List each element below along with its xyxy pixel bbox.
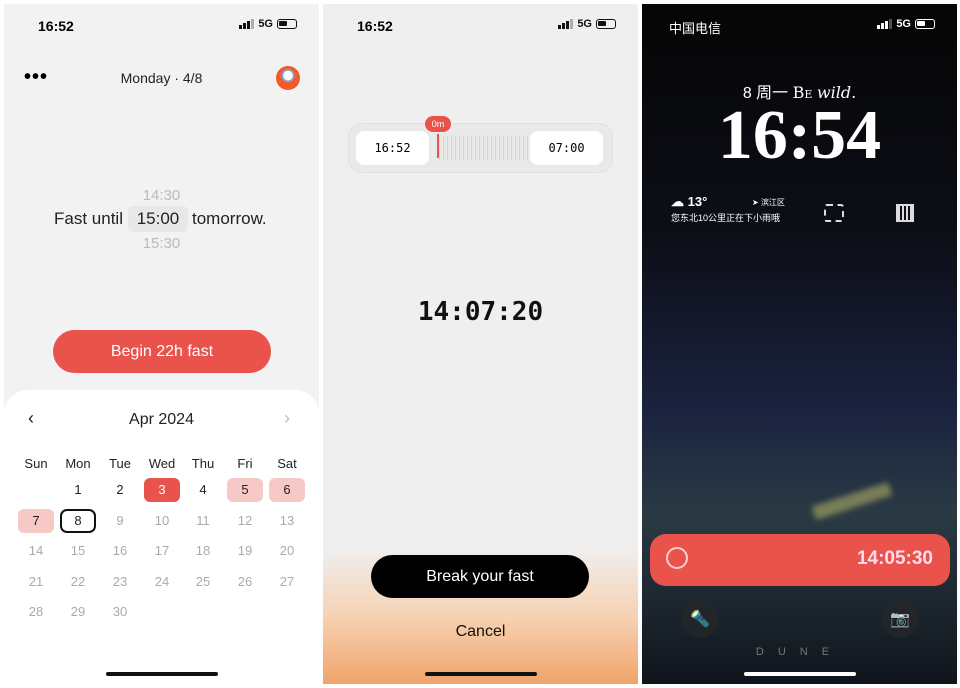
- begin-fast-button[interactable]: Begin 22h fast: [53, 330, 271, 373]
- fasting-timer-screen: 16:52 5G 16:52 07:00 0m 14:07:20 Break y…: [323, 4, 638, 684]
- time-picker-selected[interactable]: 15:00: [128, 206, 188, 232]
- network-label: 5G: [258, 18, 273, 30]
- calendar-day[interactable]: 28: [18, 600, 54, 624]
- timeline-ticks: [439, 136, 529, 160]
- calendar-day[interactable]: 13: [269, 509, 305, 533]
- calendar-day[interactable]: 5: [227, 478, 263, 502]
- weekday-label: Wed: [148, 456, 176, 471]
- calendar-day[interactable]: 26: [227, 570, 263, 594]
- status-time: 16:52: [38, 18, 74, 34]
- weather-text: 您东北10公里正在下小雨哦: [671, 213, 781, 223]
- picker-below[interactable]: 15:30: [4, 235, 319, 252]
- flashlight-icon[interactable]: 🔦: [682, 602, 718, 638]
- calendar-day[interactable]: 15: [60, 539, 96, 563]
- weekday-label: Sun: [24, 456, 48, 471]
- battery-icon: [596, 19, 616, 29]
- weekday-label: Mon: [65, 456, 91, 471]
- end-time[interactable]: 07:00: [530, 131, 603, 165]
- home-indicator: [744, 672, 856, 676]
- calendar-day[interactable]: 12: [227, 509, 263, 533]
- weather-widget[interactable]: ☁ 13°: [671, 194, 707, 210]
- picker-above[interactable]: 14:30: [4, 187, 319, 204]
- calendar-day[interactable]: 6: [269, 478, 305, 502]
- signal-icon: [877, 19, 893, 29]
- wallpaper-light: [811, 481, 893, 521]
- calendar-day[interactable]: 3: [144, 478, 180, 502]
- scan-icon[interactable]: [824, 204, 844, 222]
- carrier: 中国电信: [669, 21, 722, 36]
- location-text: 滨江区: [760, 198, 785, 207]
- live-activity-time: 14:05:30: [856, 548, 933, 569]
- countdown: 14:07:20: [417, 297, 544, 327]
- lock-clock: 16:54: [717, 97, 882, 174]
- cloud-icon: ☁: [671, 194, 684, 209]
- calendar-day[interactable]: 10: [144, 509, 180, 533]
- break-fast-button[interactable]: Break your fast: [371, 555, 589, 598]
- calendar-day[interactable]: 14: [18, 539, 54, 563]
- network-label: 5G: [896, 18, 911, 30]
- calendar-day[interactable]: 25: [185, 570, 221, 594]
- picker-prefix: Fast until: [54, 209, 123, 228]
- camera-icon[interactable]: 📷: [882, 602, 918, 638]
- calendar-day[interactable]: 30: [102, 600, 138, 624]
- weekday-label: Thu: [191, 456, 215, 471]
- wallpaper-logo: DUNE: [755, 646, 844, 658]
- battery-icon: [277, 19, 297, 29]
- network-label: 5G: [577, 18, 592, 30]
- home-indicator: [106, 672, 218, 676]
- calendar-day[interactable]: 27: [269, 570, 305, 594]
- weekday-label: Tue: [109, 456, 131, 471]
- location: ➤ 滨江区: [752, 198, 785, 207]
- calendar-day[interactable]: 17: [144, 539, 180, 563]
- battery-icon: [915, 19, 935, 29]
- calendar-month: Apr 2024: [129, 411, 194, 428]
- calendar-day[interactable]: 11: [185, 509, 221, 533]
- calendar-day[interactable]: 16: [102, 539, 138, 563]
- weekday-label: Sat: [277, 456, 297, 471]
- status-icons: 5G: [239, 18, 297, 30]
- date-title: Monday · 4/8: [120, 70, 203, 86]
- calendar-day[interactable]: 1: [60, 478, 96, 502]
- signal-icon: [558, 19, 574, 29]
- calendar-day[interactable]: 20: [269, 539, 305, 563]
- calendar-day[interactable]: 18: [185, 539, 221, 563]
- status-time: 16:52: [357, 18, 393, 34]
- timer-icon: [666, 547, 688, 569]
- calendar-day[interactable]: 24: [144, 570, 180, 594]
- calendar-day[interactable]: 21: [18, 570, 54, 594]
- progress-marker[interactable]: [437, 134, 439, 158]
- avatar[interactable]: [276, 66, 300, 90]
- signal-icon: [239, 19, 255, 29]
- elapsed-badge: 0m: [425, 116, 451, 132]
- status-icons: 5G: [558, 18, 616, 30]
- picker-suffix: tomorrow.: [192, 209, 267, 228]
- calendar-day[interactable]: 9: [102, 509, 138, 533]
- lock-screen: 中国电信 5G 8 周一 Be wild. 16:54 ☁ 13° ➤ 滨江区 …: [642, 4, 957, 684]
- fasting-setup-screen: 16:52 5G ••• Monday · 4/8 14:30 Fast unt…: [4, 4, 319, 684]
- calendar-day[interactable]: 29: [60, 600, 96, 624]
- barcode-icon[interactable]: [896, 204, 914, 222]
- weekday-label: Fri: [237, 456, 253, 471]
- status-icons: 5G: [877, 18, 935, 30]
- cancel-button[interactable]: Cancel: [323, 623, 638, 641]
- calendar-day[interactable]: 23: [102, 570, 138, 594]
- calendar-day[interactable]: 19: [227, 539, 263, 563]
- weather-temp: 13°: [687, 194, 708, 209]
- start-time[interactable]: 16:52: [356, 131, 429, 165]
- calendar-day[interactable]: 8: [60, 508, 96, 533]
- calendar-day[interactable]: 4: [185, 478, 221, 502]
- calendar-day[interactable]: 7: [18, 508, 54, 533]
- calendar-day[interactable]: 22: [60, 570, 96, 594]
- home-indicator: [425, 672, 537, 676]
- calendar-day[interactable]: 2: [102, 478, 138, 502]
- calendar: [4, 390, 319, 684]
